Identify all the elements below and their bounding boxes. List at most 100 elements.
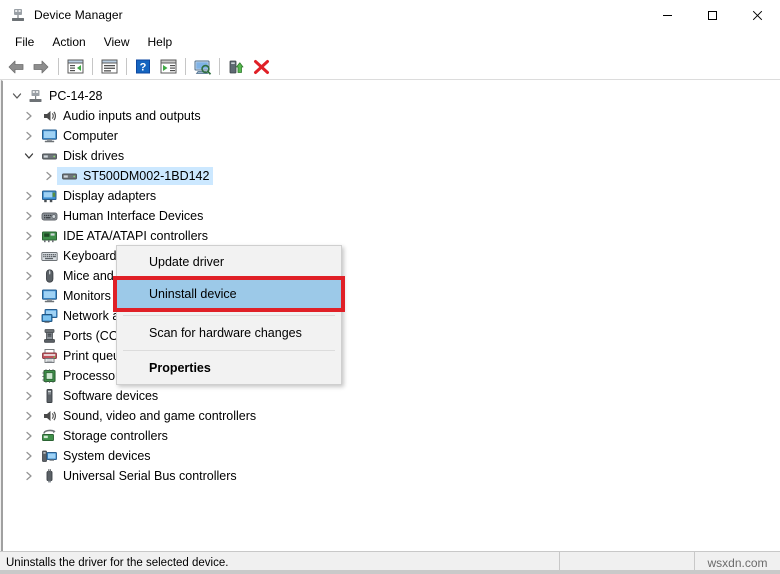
display-adapter-icon [41,188,58,204]
processor-icon [41,368,58,384]
tree-item[interactable]: System devices [3,446,780,466]
device-manager-window: Device Manager File Action View Help ? P… [0,0,780,574]
chevron-right-icon[interactable] [21,208,37,224]
tree-item-content[interactable]: Human Interface Devices [37,207,207,225]
tree-item[interactable]: Human Interface Devices [3,206,780,226]
tree-item[interactable]: ST500DM002-1BD142 [3,166,780,186]
chevron-right-icon[interactable] [21,428,37,444]
uninstall-device-annotation-box: Uninstall device [113,276,345,312]
menu-file[interactable]: File [6,32,43,53]
close-button[interactable] [735,0,780,31]
toolbar-separator-3 [126,58,127,75]
forward-icon[interactable] [29,56,53,78]
tree-item[interactable]: Display adapters [3,186,780,206]
tree-item[interactable]: Computer [3,126,780,146]
tree-item-content[interactable]: Universal Serial Bus controllers [37,467,241,485]
chevron-right-icon[interactable] [21,248,37,264]
disk-drive-icon [41,148,58,164]
tree-item-label: System devices [63,449,151,463]
tree-item[interactable]: Audio inputs and outputs [3,106,780,126]
back-icon[interactable] [4,56,28,78]
update-driver-icon[interactable] [224,56,248,78]
chevron-right-icon[interactable] [21,128,37,144]
tree-item-label: Display adapters [63,189,157,203]
chevron-down-icon[interactable] [9,88,25,104]
chevron-down-icon[interactable] [21,148,37,164]
tree-item-content[interactable]: Audio inputs and outputs [37,107,205,125]
chevron-right-icon[interactable] [41,168,57,184]
tree-item-content[interactable]: Display adapters [37,187,160,205]
help-icon[interactable]: ? [131,56,155,78]
toolbar-separator-4 [185,58,186,75]
tree-item-content[interactable]: Storage controllers [37,427,172,445]
tree-item-label: Human Interface Devices [63,209,204,223]
tree-item-label: Audio inputs and outputs [63,109,201,123]
scan-for-hardware-changes-icon[interactable] [190,56,214,78]
window-controls [645,0,780,31]
chevron-right-icon[interactable] [21,108,37,124]
context-menu-item-update-driver[interactable]: Update driver [117,248,341,276]
tree-item-content[interactable]: Disk drives [37,147,128,165]
context-menu[interactable]: Update driver Uninstall device Scan for … [113,245,345,385]
title-bar: Device Manager [0,0,780,31]
tree-item[interactable]: IDE ATA/ATAPI controllers [3,226,780,246]
context-menu-item-properties[interactable]: Properties [117,354,341,382]
toolbar-separator-2 [92,58,93,75]
printer-icon [41,348,58,364]
context-menu-item-uninstall-device[interactable]: Uninstall device [117,280,341,308]
maximize-button[interactable] [690,0,735,31]
tree-item-label: Keyboards [63,249,123,263]
properties-icon[interactable] [97,56,121,78]
tree-item[interactable]: Universal Serial Bus controllers [3,466,780,486]
chevron-right-icon[interactable] [21,188,37,204]
device-tree-pane[interactable]: PC-14-28 Audio inputs and outputs Compute… [1,80,780,551]
tree-item[interactable]: Storage controllers [3,426,780,446]
chevron-right-icon[interactable] [21,368,37,384]
chevron-right-icon[interactable] [21,468,37,484]
context-menu-item-scan-for-hardware-changes[interactable]: Scan for hardware changes [117,319,341,347]
tree-item-label: Disk drives [63,149,125,163]
tree-item[interactable]: Disk drives [3,146,780,166]
context-menu-separator-2 [123,350,335,351]
tree-item-content[interactable]: IDE ATA/ATAPI controllers [37,227,212,245]
tree-item-content[interactable]: Software devices [37,387,162,405]
tree-item-root[interactable]: PC-14-28 [3,86,780,106]
view-icon[interactable] [156,56,180,78]
tree-item-content[interactable]: Keyboards [37,247,127,265]
keyboard-icon [41,248,58,264]
tree-item-label: Monitors [63,289,111,303]
show-hide-console-tree-icon[interactable] [63,56,87,78]
bottom-strip [0,570,780,574]
tree-item-label: Computer [63,129,118,143]
chevron-right-icon[interactable] [21,288,37,304]
svg-text:?: ? [140,62,147,74]
tree-item[interactable]: Software devices [3,386,780,406]
tree-item-content[interactable]: Monitors [37,287,115,305]
chevron-right-icon[interactable] [21,448,37,464]
tree-item-selected[interactable]: ST500DM002-1BD142 [57,167,214,185]
tree-item-content[interactable]: Computer [37,127,122,145]
chevron-right-icon[interactable] [21,328,37,344]
tree-item-content[interactable]: System devices [37,447,155,465]
chevron-right-icon[interactable] [21,388,37,404]
tree-item[interactable]: Sound, video and game controllers [3,406,780,426]
mouse-icon [41,268,58,284]
minimize-button[interactable] [645,0,690,31]
toolbar-separator-1 [58,58,59,75]
uninstall-device-icon[interactable] [249,56,273,78]
chevron-right-icon[interactable] [21,308,37,324]
chevron-right-icon[interactable] [21,228,37,244]
tree-item-label: IDE ATA/ATAPI controllers [63,229,208,243]
chevron-right-icon[interactable] [21,408,37,424]
menu-view[interactable]: View [95,32,139,53]
chevron-right-icon[interactable] [21,268,37,284]
chevron-right-icon[interactable] [21,348,37,364]
disk-drive-icon [61,168,78,184]
tree-item-label: Universal Serial Bus controllers [63,469,237,483]
menu-help[interactable]: Help [139,32,182,53]
menu-action[interactable]: Action [43,32,94,53]
toolbar: ? [0,54,780,80]
speaker-icon [41,408,58,424]
tree-item-content[interactable]: Sound, video and game controllers [37,407,260,425]
tree-item-label: PC-14-28 [49,89,103,103]
